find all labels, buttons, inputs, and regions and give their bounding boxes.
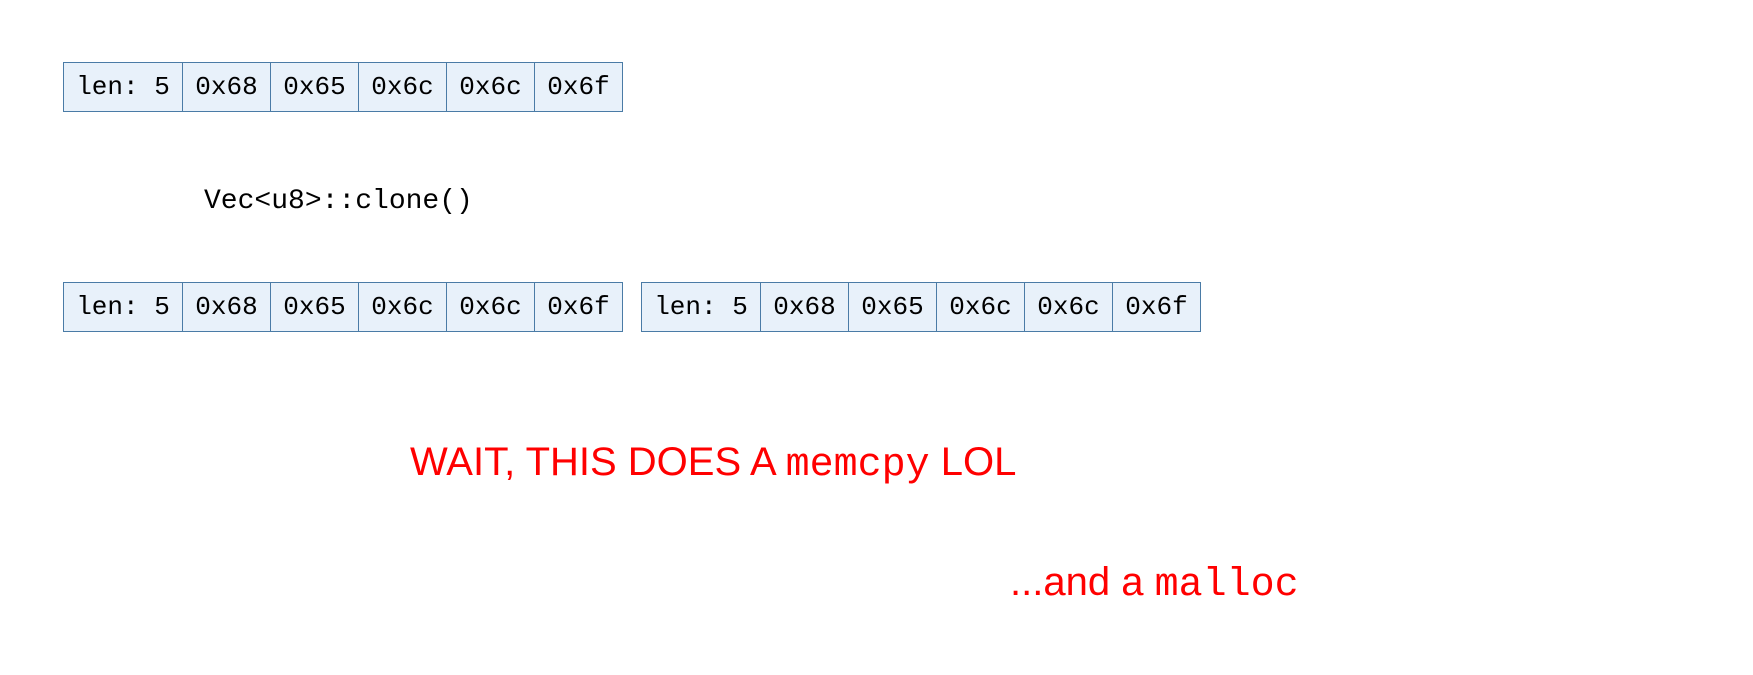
cell-byte: 0x6c <box>937 282 1025 332</box>
vec-row-clone-left: len: 5 0x68 0x65 0x6c 0x6c 0x6f <box>63 282 623 332</box>
cell-byte: 0x68 <box>761 282 849 332</box>
cell-byte: 0x6c <box>447 62 535 112</box>
cell-len: len: 5 <box>63 282 183 332</box>
vec-row-clone-right: len: 5 0x68 0x65 0x6c 0x6c 0x6f <box>641 282 1201 332</box>
cell-byte: 0x65 <box>271 62 359 112</box>
cell-byte: 0x6c <box>1025 282 1113 332</box>
cell-byte: 0x6f <box>535 62 623 112</box>
cell-len: len: 5 <box>641 282 761 332</box>
cell-byte: 0x6f <box>1113 282 1201 332</box>
cell-byte: 0x68 <box>183 282 271 332</box>
caption-memcpy: WAIT, THIS DOES A memcpy LOL <box>410 440 1016 488</box>
caption-malloc: ...and a malloc <box>1010 560 1299 608</box>
caption-mono-memcpy: memcpy <box>786 443 930 488</box>
cell-byte: 0x6c <box>447 282 535 332</box>
cell-byte: 0x6c <box>359 282 447 332</box>
cell-byte: 0x6c <box>359 62 447 112</box>
cell-len: len: 5 <box>63 62 183 112</box>
caption-text: LOL <box>930 440 1017 484</box>
caption-mono-malloc: malloc <box>1155 563 1299 608</box>
caption-text: ...and a <box>1010 560 1155 604</box>
clone-call-label: Vec<u8>::clone() <box>204 186 473 217</box>
cell-byte: 0x65 <box>271 282 359 332</box>
cell-byte: 0x65 <box>849 282 937 332</box>
vec-row-original: len: 5 0x68 0x65 0x6c 0x6c 0x6f <box>63 62 623 112</box>
caption-text: WAIT, THIS DOES A <box>410 440 786 484</box>
cell-byte: 0x68 <box>183 62 271 112</box>
cell-byte: 0x6f <box>535 282 623 332</box>
